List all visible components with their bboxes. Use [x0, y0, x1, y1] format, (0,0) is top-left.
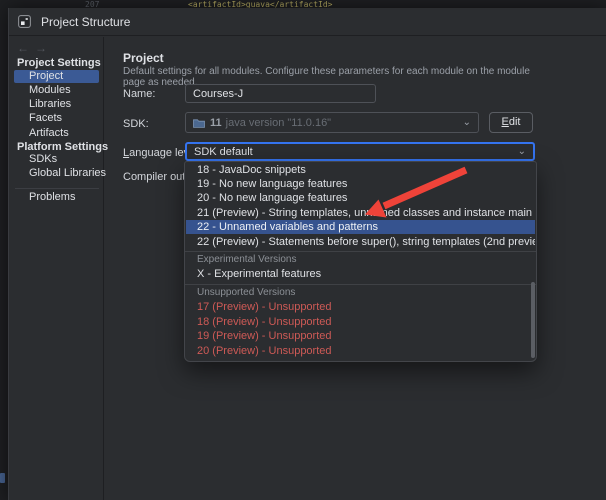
background-left-strip: [0, 9, 8, 500]
dropdown-header-experimental: Experimental Versions: [186, 254, 535, 266]
dropdown-item-19[interactable]: 19 - No new language features: [186, 177, 535, 191]
dropdown-item-22-preview[interactable]: 22 (Preview) - Statements before super()…: [186, 235, 535, 249]
sidebar-item-project[interactable]: Project: [14, 70, 99, 83]
dropdown-item-20[interactable]: 20 - No new language features: [186, 191, 535, 205]
page-title: Project: [123, 51, 164, 65]
dialog-titlebar: Project Structure: [9, 8, 606, 36]
chevron-down-icon: ⌄: [518, 148, 526, 156]
dropdown-item-19-unsupported[interactable]: 19 (Preview) - Unsupported: [186, 329, 535, 343]
sidebar-divider: [15, 188, 99, 189]
project-structure-dialog: Project Structure ←→ Project Settings Pr…: [8, 8, 606, 500]
edit-button[interactable]: Edit: [489, 112, 533, 133]
dropdown-item-21-preview[interactable]: 21 (Preview) - String templates, unnamed…: [186, 206, 535, 220]
sdk-label: SDK:: [123, 118, 149, 130]
dropdown-item-22-selected[interactable]: 22 - Unnamed variables and patterns: [186, 220, 535, 234]
name-label: Name:: [123, 88, 155, 100]
sdk-combobox[interactable]: 11 java version "11.0.16" ⌄: [185, 112, 479, 133]
back-icon[interactable]: ←: [17, 41, 35, 55]
sidebar-item-modules[interactable]: Modules: [9, 84, 104, 97]
nav-arrows: ←→: [17, 41, 53, 55]
dropdown-item-18-unsupported[interactable]: 18 (Preview) - Unsupported: [186, 315, 535, 329]
sidebar-item-facets[interactable]: Facets: [9, 112, 104, 125]
dropdown-divider: [185, 251, 536, 252]
dropdown-item-17-unsupported[interactable]: 17 (Preview) - Unsupported: [186, 300, 535, 314]
language-level-combobox[interactable]: SDK default ⌄: [185, 142, 535, 161]
sidebar: ←→ Project Settings Project Modules Libr…: [9, 37, 104, 500]
sidebar-item-libraries[interactable]: Libraries: [9, 98, 104, 111]
language-level-dropdown: 18 - JavaDoc snippets 19 - No new langua…: [184, 161, 537, 362]
sdk-detail: java version "11.0.16": [226, 117, 331, 129]
dropdown-item-18[interactable]: 18 - JavaDoc snippets: [186, 163, 535, 177]
dialog-title: Project Structure: [41, 15, 130, 29]
forward-icon[interactable]: →: [35, 41, 53, 55]
jdk-folder-icon: [193, 118, 205, 128]
language-level-value: SDK default: [194, 146, 253, 158]
sidebar-item-artifacts[interactable]: Artifacts: [9, 127, 104, 140]
sidebar-item-sdks[interactable]: SDKs: [9, 153, 104, 166]
sidebar-item-problems[interactable]: Problems: [9, 191, 104, 204]
background-accent: [0, 473, 5, 483]
dropdown-item-20-unsupported[interactable]: 20 (Preview) - Unsupported: [186, 344, 535, 358]
sdk-version: 11: [210, 117, 222, 129]
chevron-down-icon: ⌄: [463, 119, 471, 127]
dropdown-scrollbar-thumb[interactable]: [531, 282, 535, 358]
name-input[interactable]: [185, 84, 376, 103]
dropdown-header-unsupported: Unsupported Versions: [186, 287, 535, 299]
dropdown-divider: [185, 284, 536, 285]
sidebar-item-global-libraries[interactable]: Global Libraries: [9, 167, 104, 180]
sidebar-header-project-settings: Project Settings: [9, 57, 104, 70]
intellij-dialog-icon: [18, 15, 31, 28]
dropdown-item-x-experimental[interactable]: X - Experimental features: [186, 267, 535, 281]
